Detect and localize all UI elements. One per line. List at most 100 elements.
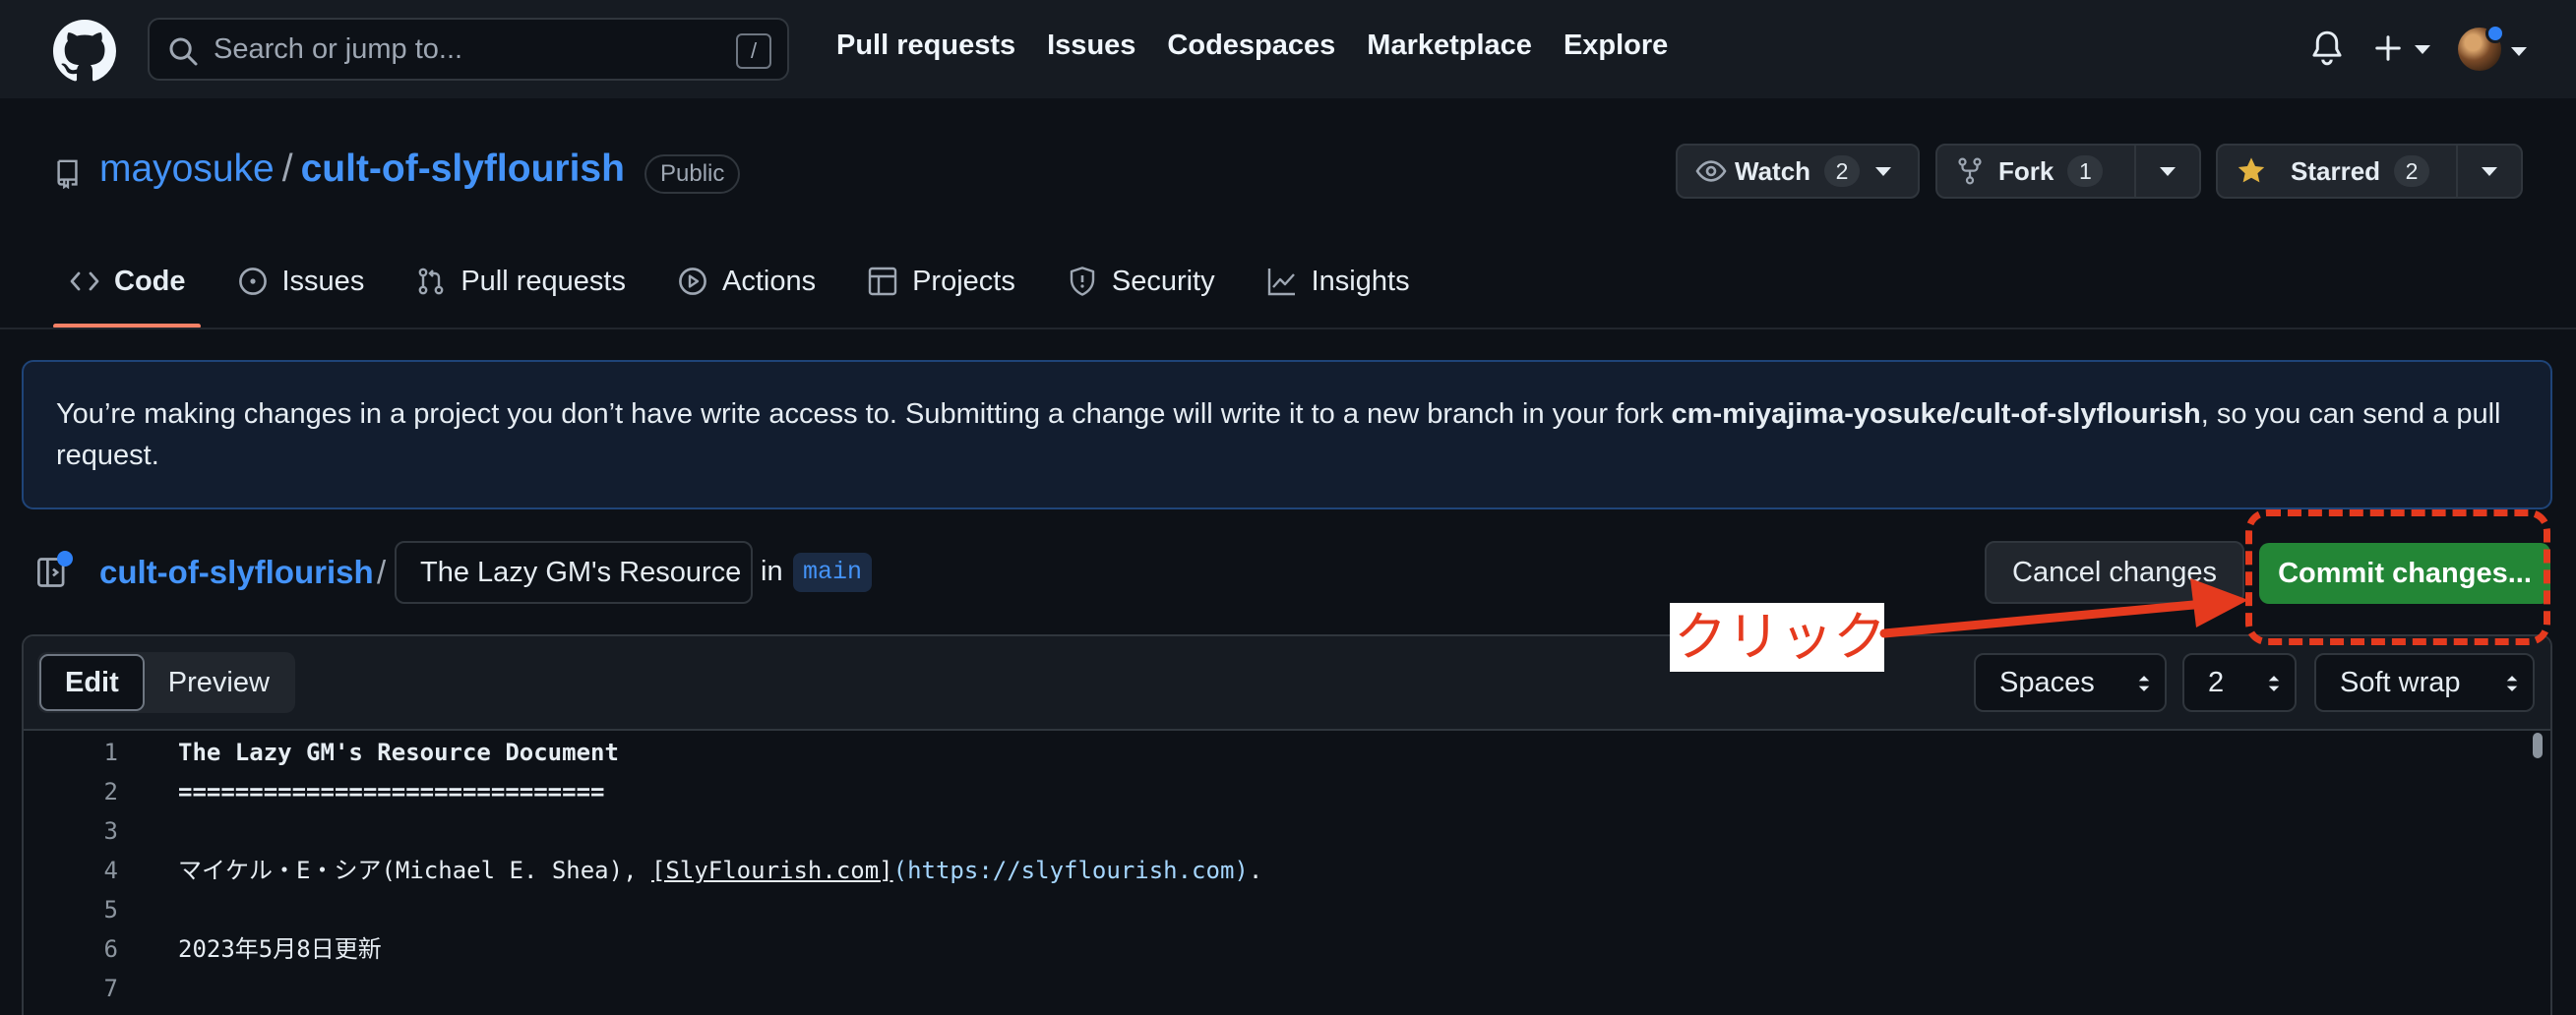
select-arrows-icon	[2506, 676, 2518, 691]
edit-preview-toggle: Edit Preview	[37, 652, 295, 713]
line-number: 2	[103, 778, 118, 806]
search-shortcut-key: /	[736, 33, 771, 69]
repo-title: mayosuke / cult-of-slyflourish	[99, 148, 625, 191]
tab-preview[interactable]: Preview	[145, 654, 293, 711]
play-circle-icon	[679, 268, 706, 295]
fork-button-group: Fork 1	[1935, 144, 2201, 199]
chevron-down-icon	[2415, 45, 2430, 54]
tab-issues[interactable]: Issues	[221, 256, 381, 307]
line-number: 1	[103, 739, 118, 766]
editor-toolbar: Edit Preview Spaces 2 Soft wrap	[24, 636, 2550, 731]
fork-icon	[1958, 157, 1982, 185]
line-content: 2023年5月8日更新	[178, 935, 382, 963]
code-line: 4 マイケル・E・シア(Michael E. Shea), [SlyFlouri…	[24, 851, 2550, 890]
code-line: 7	[24, 969, 2550, 1008]
tabs-divider	[0, 328, 2576, 329]
issue-icon	[238, 268, 267, 295]
status-dot-icon	[2485, 24, 2505, 43]
breadcrumb-repo-link[interactable]: cult-of-slyflourish	[99, 554, 374, 591]
table-icon	[868, 267, 897, 296]
line-number: 3	[103, 817, 118, 845]
cancel-changes-button[interactable]: Cancel changes	[1985, 541, 2244, 604]
tab-insights-label: Insights	[1311, 265, 1410, 297]
line-content: ==============================	[178, 778, 605, 806]
editor-scrollbar[interactable]	[2533, 733, 2543, 758]
line-end-punct: .	[1248, 857, 1263, 884]
tab-projects-label: Projects	[912, 265, 1015, 297]
click-annotation-label: クリック	[1670, 603, 1886, 672]
tab-security[interactable]: Security	[1051, 256, 1231, 307]
repo-title-separator: /	[281, 148, 293, 190]
code-editor: Edit Preview Spaces 2 Soft wrap 1 The La…	[22, 634, 2552, 1015]
user-menu[interactable]	[2458, 24, 2529, 77]
code-line: 5	[24, 890, 2550, 929]
create-new-menu[interactable]	[2373, 24, 2442, 73]
tab-insights[interactable]: Insights	[1251, 256, 1426, 307]
select-arrows-icon	[2268, 676, 2280, 691]
tab-actions-label: Actions	[721, 265, 817, 297]
starred-label: Starred	[2291, 155, 2381, 186]
fork-notice-banner: You’re making changes in a project you d…	[22, 360, 2552, 509]
global-nav: Pull requests Issues Codespaces Marketpl…	[836, 30, 1668, 62]
highlight-dashed-box	[2245, 509, 2550, 645]
star-count: 2	[2394, 155, 2430, 187]
branch-name: main	[793, 553, 873, 592]
github-logo-icon[interactable]	[53, 20, 116, 83]
chevron-down-icon	[2160, 166, 2176, 176]
star-dropdown-button[interactable]	[2456, 146, 2521, 197]
search-icon	[169, 37, 198, 66]
pull-request-icon	[418, 268, 444, 295]
code-line: 1 The Lazy GM's Resource Document	[24, 733, 2550, 772]
chevron-down-icon	[2482, 166, 2497, 176]
plus-icon	[2375, 35, 2401, 61]
tab-code[interactable]: Code	[53, 256, 202, 307]
filename-input[interactable]: The Lazy GM's Resource	[395, 541, 753, 604]
chevron-down-icon	[2511, 47, 2527, 56]
code-lines[interactable]: 1 The Lazy GM's Resource Document 2 ====…	[24, 733, 2550, 1008]
tab-edit[interactable]: Edit	[39, 654, 145, 711]
repo-owner-link[interactable]: mayosuke	[99, 148, 275, 191]
starred-button[interactable]: Starred 2	[2218, 146, 2456, 197]
line-content: マイケル・E・シア(Michael E. Shea), [SlyFlourish…	[178, 851, 1262, 890]
indent-mode-select[interactable]: Spaces	[1974, 653, 2167, 712]
graph-icon	[1267, 269, 1295, 296]
nav-marketplace[interactable]: Marketplace	[1367, 30, 1532, 62]
watch-label: Watch	[1735, 155, 1811, 186]
repo-nav-tabs: Code Issues Pull requests Actions Projec…	[53, 256, 1445, 307]
wrap-mode-select[interactable]: Soft wrap	[2314, 653, 2535, 712]
nav-pull-requests[interactable]: Pull requests	[836, 30, 1015, 62]
wrap-mode-value: Soft wrap	[2340, 667, 2461, 698]
indent-size-value: 2	[2208, 667, 2225, 698]
tab-actions[interactable]: Actions	[661, 256, 831, 307]
tab-projects[interactable]: Projects	[851, 256, 1031, 307]
branch-prefix: in	[761, 556, 783, 587]
indent-mode-value: Spaces	[1999, 667, 2095, 698]
indent-size-select[interactable]: 2	[2182, 653, 2297, 712]
unsaved-dot-icon	[57, 551, 73, 567]
code-icon	[70, 271, 99, 291]
search-placeholder: Search or jump to...	[214, 33, 463, 65]
nav-explore[interactable]: Explore	[1564, 30, 1668, 62]
tab-pull-requests[interactable]: Pull requests	[399, 256, 642, 307]
watch-button[interactable]: Watch 2	[1676, 144, 1920, 199]
fork-dropdown-button[interactable]	[2134, 146, 2199, 197]
nav-codespaces[interactable]: Codespaces	[1167, 30, 1335, 62]
code-line: 3	[24, 811, 2550, 851]
breadcrumb-separator: /	[377, 554, 387, 590]
eye-icon	[1695, 160, 1727, 182]
line-number: 5	[103, 896, 118, 924]
notifications-bell-icon[interactable]	[2310, 30, 2344, 67]
line-content: The Lazy GM's Resource Document	[178, 739, 619, 766]
line-number: 7	[103, 975, 118, 1002]
tab-code-label: Code	[114, 265, 186, 297]
code-line: 2 ==============================	[24, 772, 2550, 811]
search-input[interactable]: Search or jump to... /	[148, 18, 789, 81]
fork-button[interactable]: Fork 1	[1937, 146, 2134, 197]
visibility-badge: Public	[644, 154, 741, 194]
repo-name-link[interactable]: cult-of-slyflourish	[301, 148, 625, 191]
select-arrows-icon	[2138, 676, 2150, 691]
repo-icon	[57, 159, 78, 189]
nav-issues[interactable]: Issues	[1047, 30, 1135, 62]
tab-pull-requests-label: Pull requests	[460, 265, 626, 297]
fork-label: Fork	[1998, 155, 2055, 186]
